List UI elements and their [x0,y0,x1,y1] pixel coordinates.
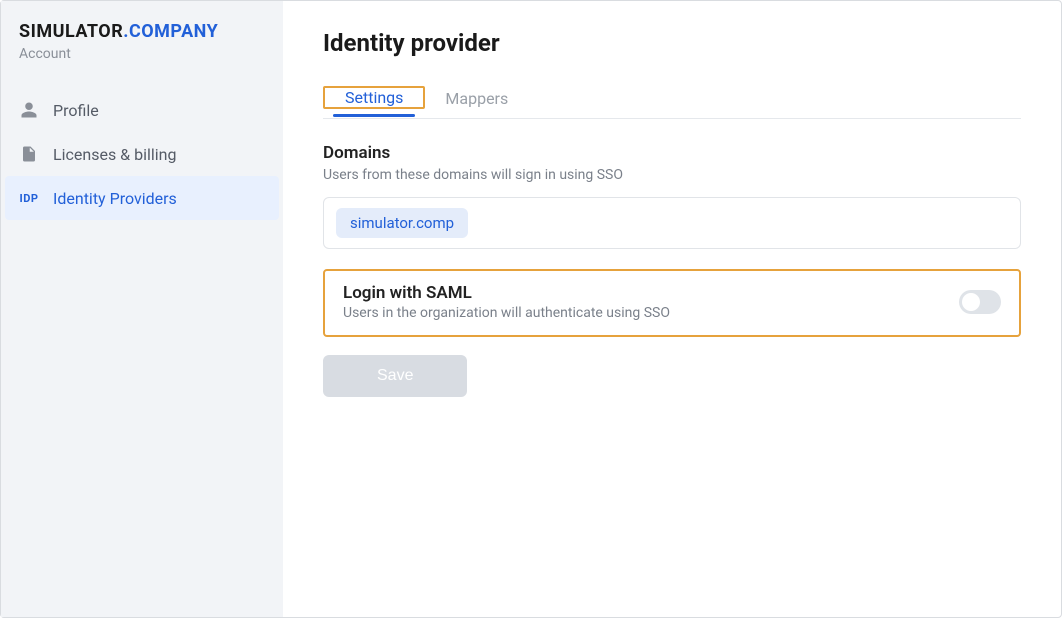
account-label: Account [1,46,283,88]
file-icon [19,144,39,164]
brand-logo: SIMULATOR.COMPANY [1,21,283,46]
saml-toggle[interactable] [959,290,1001,314]
highlight-box-tabs: Settings [323,86,425,109]
brand-part1: SIMULATOR [19,21,123,42]
brand-part2: .COMPANY [123,21,218,42]
sidebar-item-label: Identity Providers [53,189,177,208]
sidebar-item-profile[interactable]: Profile [1,88,283,132]
domain-chip[interactable]: simulator.comp [336,208,468,238]
domains-subtitle: Users from these domains will sign in us… [323,167,1021,183]
saml-title: Login with SAML [343,283,670,303]
tab-settings[interactable]: Settings [325,76,423,117]
user-icon [19,100,39,120]
sidebar-item-label: Profile [53,101,99,120]
tab-mappers[interactable]: Mappers [425,77,528,118]
saml-section: Login with SAML Users in the organizatio… [323,269,1021,337]
domains-section: Domains Users from these domains will si… [323,143,1021,249]
sidebar-item-label: Licenses & billing [53,145,176,164]
toggle-knob [962,293,980,311]
page-title: Identity provider [323,29,1021,57]
main-content: Identity provider Settings Mappers Domai… [283,1,1061,617]
app-frame: SIMULATOR.COMPANY Account Profile Licens… [0,0,1062,618]
sidebar: SIMULATOR.COMPANY Account Profile Licens… [1,1,283,617]
domains-title: Domains [323,143,1021,163]
saml-subtitle: Users in the organization will authentic… [343,305,670,321]
tabs: Settings Mappers [323,77,1021,119]
sidebar-item-licenses[interactable]: Licenses & billing [1,132,283,176]
sidebar-item-identity-providers[interactable]: IDP Identity Providers [5,176,279,220]
save-button[interactable]: Save [323,355,467,397]
idp-badge-icon: IDP [19,188,39,208]
saml-text: Login with SAML Users in the organizatio… [343,283,670,321]
domains-input-box[interactable]: simulator.comp [323,197,1021,249]
